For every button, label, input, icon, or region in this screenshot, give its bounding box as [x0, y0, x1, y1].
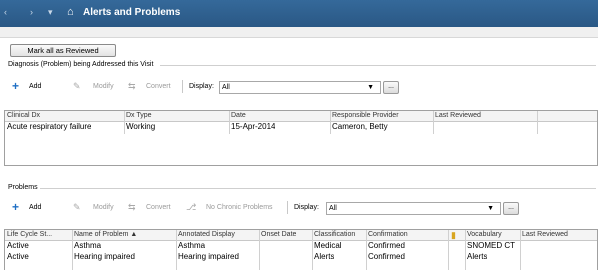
- vocabulary-cell: Alerts: [467, 252, 488, 261]
- annotated-display-cell: Hearing impaired: [178, 252, 239, 261]
- no-chronic-problems-button[interactable]: No Chronic Problems: [206, 203, 273, 213]
- annotated-display-cell: Asthma: [178, 241, 206, 250]
- confirmation-cell: Confirmed: [368, 241, 405, 250]
- chevron-down-icon: ▼: [367, 84, 374, 91]
- problems-section-label: Problems: [8, 184, 38, 191]
- column-header-vocabulary[interactable]: Vocabulary: [467, 230, 502, 240]
- section-divider: [40, 188, 596, 189]
- column-header-classification[interactable]: Classification: [314, 230, 355, 240]
- column-header-last-reviewed[interactable]: Last Reviewed: [522, 230, 568, 240]
- add-problem-icon[interactable]: +: [12, 201, 19, 213]
- chevron-down-icon: ▼: [487, 205, 494, 212]
- problems-ellipsis-button[interactable]: ...: [503, 202, 519, 215]
- column-header-provider[interactable]: Responsible Provider: [332, 111, 399, 121]
- convert-arrows-icon: ⇆: [128, 202, 136, 212]
- dx-type-cell: Working: [126, 122, 156, 131]
- display-select-value: All: [329, 205, 337, 212]
- pencil-icon: ✎: [73, 81, 81, 91]
- column-header-clinical-dx[interactable]: Clinical Dx: [7, 111, 40, 121]
- problems-table: Life Cycle St... Name of Problem ▲ Annot…: [4, 229, 598, 270]
- problems-display-select[interactable]: All ▼: [326, 202, 501, 215]
- convert-arrows-icon: ⇆: [128, 81, 136, 91]
- home-icon[interactable]: ⌂: [67, 6, 74, 18]
- column-header-date[interactable]: Date: [231, 111, 246, 121]
- title-bar: ‹ › ▾ ⌂ Alerts and Problems: [0, 0, 598, 27]
- diagnosis-ellipsis-button[interactable]: ...: [383, 81, 399, 94]
- table-header: [5, 111, 597, 122]
- add-problem-button[interactable]: Add: [29, 203, 41, 213]
- display-select-value: All: [222, 84, 230, 91]
- toolbar-separator: [182, 80, 183, 93]
- mark-all-reviewed-button[interactable]: Mark all as Reviewed: [10, 44, 116, 57]
- add-diagnosis-button[interactable]: Add: [29, 82, 41, 92]
- provider-cell: Cameron, Betty: [332, 122, 388, 131]
- sub-toolbar: [0, 27, 598, 38]
- section-divider: [160, 65, 596, 66]
- column-header-last-reviewed[interactable]: Last Reviewed: [435, 111, 481, 121]
- column-header-annotated-display[interactable]: Annotated Display: [178, 230, 235, 240]
- vocabulary-cell: SNOMED CT: [467, 241, 515, 250]
- back-button[interactable]: ‹: [4, 7, 7, 17]
- forward-button[interactable]: ›: [30, 7, 33, 17]
- status-cell: Active: [7, 252, 29, 261]
- display-label: Display:: [189, 83, 214, 90]
- page-title: Alerts and Problems: [83, 7, 181, 18]
- column-header-dx-type[interactable]: Dx Type: [126, 111, 152, 121]
- diagnosis-display-select[interactable]: All ▼: [219, 81, 381, 94]
- modify-diagnosis-button[interactable]: Modify: [93, 82, 114, 92]
- convert-problem-button[interactable]: Convert: [146, 203, 171, 213]
- add-diagnosis-icon[interactable]: +: [12, 80, 19, 92]
- column-header-name-of-problem[interactable]: Name of Problem ▲: [74, 230, 137, 240]
- problem-name-cell: Hearing impaired: [74, 252, 135, 261]
- classification-cell: Medical: [314, 241, 342, 250]
- diagnosis-section-label: Diagnosis (Problem) being Addressed this…: [8, 61, 154, 68]
- status-cell: Active: [7, 241, 29, 250]
- no-chronic-icon: ⎇: [186, 202, 197, 212]
- clinical-dx-cell: Acute respiratory failure: [7, 122, 92, 131]
- classification-cell: Alerts: [314, 252, 335, 261]
- nav-dropdown-button[interactable]: ▾: [48, 7, 53, 18]
- column-header-confirmation[interactable]: Confirmation: [368, 230, 408, 240]
- display-label: Display:: [294, 204, 319, 211]
- problem-name-cell: Asthma: [74, 241, 102, 250]
- confirmation-cell: Confirmed: [368, 252, 405, 261]
- column-header-life-cycle-status[interactable]: Life Cycle St...: [7, 230, 71, 240]
- book-icon[interactable]: ▮: [451, 230, 456, 240]
- convert-diagnosis-button[interactable]: Convert: [146, 82, 171, 92]
- pencil-icon: ✎: [73, 202, 81, 212]
- column-header-onset-date[interactable]: Onset Date: [261, 230, 296, 240]
- diagnosis-table: Clinical Dx Dx Type Date Responsible Pro…: [4, 110, 598, 166]
- modify-problem-button[interactable]: Modify: [93, 203, 114, 213]
- toolbar-separator: [287, 201, 288, 214]
- date-cell: 15-Apr-2014: [231, 122, 276, 131]
